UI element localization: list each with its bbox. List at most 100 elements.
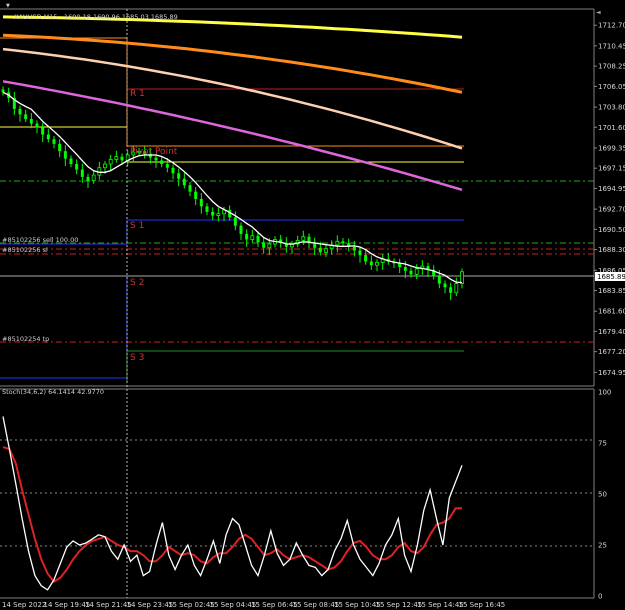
price-tick-label: 1694.95 [598, 185, 625, 193]
sell-order-label: #85102256 sell 100.00 [2, 236, 78, 244]
candle-body[interactable] [75, 164, 79, 170]
stoch-tick-label: 75 [598, 440, 607, 448]
candle-body[interactable] [256, 235, 260, 243]
candle-body[interactable] [91, 174, 96, 182]
candle-body[interactable] [182, 178, 186, 186]
candle-body[interactable] [443, 283, 447, 288]
time-tick-label: 14 Sep 21:45 [85, 601, 132, 609]
candle-body[interactable] [165, 164, 169, 168]
candle-body[interactable] [267, 243, 272, 249]
time-axis: 14 Sep 202214 Sep 19:4514 Sep 21:4514 Se… [2, 601, 505, 609]
candle-body[interactable] [454, 283, 459, 294]
candle-body[interactable] [194, 191, 198, 199]
candle-body[interactable] [398, 263, 402, 268]
candle-body[interactable] [216, 213, 221, 216]
candle-body[interactable] [375, 262, 379, 266]
candle-body[interactable] [369, 261, 373, 266]
trading-chart[interactable]: R 1 Pivot Point S 1 S 2 S 3 #85102256 se… [0, 0, 625, 610]
s2-label: S 2 [130, 278, 144, 288]
candle-body[interactable] [335, 240, 340, 246]
candle-body[interactable] [301, 236, 306, 241]
time-tick-label: 15 Sep 02:45 [168, 601, 215, 609]
candle-body[interactable] [250, 235, 255, 240]
time-tick-label: 15 Sep 12:45 [376, 601, 423, 609]
time-tick-label: 14 Sep 19:45 [44, 601, 91, 609]
candle-body[interactable] [403, 267, 407, 271]
s3-label: S 3 [130, 353, 144, 363]
candle-body[interactable] [199, 199, 203, 207]
candle-body[interactable] [307, 236, 311, 243]
symbol-title: XAUUSD,M15 [14, 13, 58, 21]
candle-body[interactable] [108, 159, 113, 165]
stoch-tick-label: 25 [598, 542, 607, 550]
price-tick-label: 1706.05 [598, 83, 625, 91]
candle-body[interactable] [211, 211, 215, 216]
candle-body[interactable] [35, 123, 39, 128]
price-tick-label: 1699.35 [598, 144, 625, 152]
candle-body[interactable] [324, 248, 328, 253]
price-tick-label: 1690.50 [598, 226, 625, 234]
candle-body[interactable] [103, 163, 107, 169]
dropdown-arrow-icon[interactable]: ▼ [6, 3, 10, 9]
price-tick-label: 1692.70 [598, 206, 625, 214]
time-tick-label: 15 Sep 10:45 [334, 601, 381, 609]
candle-body[interactable] [318, 247, 322, 253]
candle-body[interactable] [341, 241, 345, 244]
stoch-tick-label: 0 [598, 593, 602, 601]
candle-body[interactable] [364, 255, 368, 262]
price-tick-label: 1677.20 [598, 348, 625, 356]
candle-body[interactable] [205, 206, 209, 212]
candle-body[interactable] [58, 143, 62, 152]
candle-body[interactable] [1, 89, 5, 93]
candle-body[interactable] [245, 233, 249, 240]
candle-body[interactable] [120, 156, 124, 161]
ohlc-values: 1690.18 1690.96 1685.03 1685.89 [64, 13, 178, 21]
candle-body[interactable] [80, 169, 84, 177]
candle-body[interactable] [29, 118, 33, 124]
candle-body[interactable] [437, 276, 441, 284]
candle-body[interactable] [171, 167, 175, 174]
candle-body[interactable] [18, 108, 22, 115]
r1-label: R 1 [130, 89, 145, 99]
candle-body[interactable] [414, 268, 419, 275]
price-tick-label: 1679.40 [598, 328, 625, 336]
price-tick-label: 1683.85 [598, 287, 625, 295]
candle-body[interactable] [86, 176, 90, 181]
candle-body[interactable] [409, 270, 413, 275]
time-tick-label: 15 Sep 16:45 [459, 601, 506, 609]
candle-body[interactable] [177, 173, 181, 179]
candle-body[interactable] [41, 127, 45, 135]
candle-body[interactable] [449, 287, 453, 293]
candle-body[interactable] [160, 160, 164, 165]
candle-body[interactable] [352, 246, 356, 251]
price-tick-label: 1674.95 [598, 369, 625, 377]
price-tick-label: 1703.80 [598, 104, 625, 112]
candle-body[interactable] [114, 156, 119, 160]
price-tick-label: 1688.30 [598, 246, 625, 254]
candle-body[interactable] [188, 185, 192, 192]
candle-body[interactable] [52, 139, 56, 144]
price-tick-label: 1697.15 [598, 165, 625, 173]
candle-body[interactable] [239, 225, 243, 234]
candle-body[interactable] [154, 157, 158, 161]
price-tick-label: 1708.25 [598, 63, 625, 71]
stoch-tick-label: 50 [598, 491, 607, 499]
sl-order-label: #85102256 sl [2, 246, 48, 254]
scroll-arrow-icon[interactable]: ◄ [596, 9, 601, 16]
time-tick-label: 15 Sep 08:45 [293, 601, 340, 609]
candle-body[interactable] [233, 217, 237, 226]
pivot-label: Pivot Point [130, 147, 178, 157]
candle-body[interactable] [46, 134, 50, 140]
candle-body[interactable] [262, 242, 266, 248]
price-tick-label: 1681.60 [598, 308, 625, 316]
stoch-tick-label: 100 [598, 389, 611, 397]
candle-body[interactable] [69, 158, 73, 165]
price-tick-label: 1710.45 [598, 42, 625, 50]
candle-body[interactable] [63, 151, 67, 159]
s1-label: S 1 [130, 221, 144, 231]
candle-body[interactable] [358, 250, 362, 256]
price-tick-label: 1701.60 [598, 124, 625, 132]
time-tick-label: 15 Sep 14:45 [417, 601, 464, 609]
candle-body[interactable] [24, 114, 28, 119]
time-tick-label: 14 Sep 2022 [2, 601, 46, 609]
